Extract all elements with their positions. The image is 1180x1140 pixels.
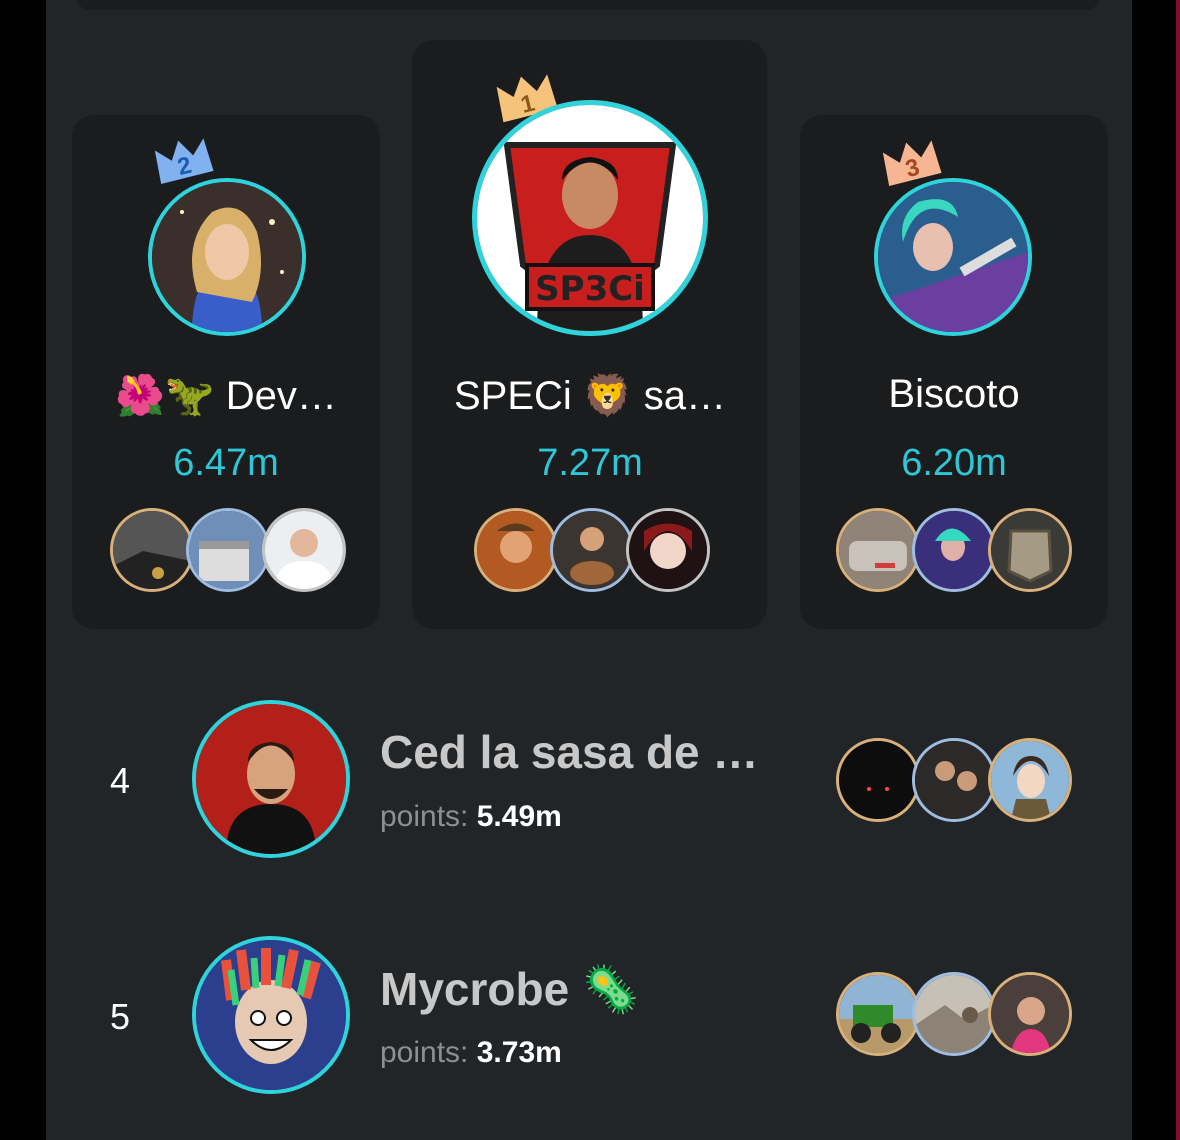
podium-name-2[interactable]: 🌺🦖 Dev… <box>82 372 370 419</box>
supporter-avatar[interactable] <box>988 508 1072 592</box>
supporter-avatar[interactable] <box>186 508 270 592</box>
avatar-speci[interactable]: SP3Ci <box>472 100 708 336</box>
avatar-mycrobe[interactable] <box>192 936 350 1094</box>
supporter-avatar[interactable] <box>550 508 634 592</box>
rank-number: 4 <box>110 760 131 801</box>
avatar-biscoto[interactable] <box>874 178 1032 336</box>
supporter-avatar[interactable] <box>836 508 920 592</box>
supporter-avatar[interactable] <box>836 972 920 1056</box>
points-label: points: <box>380 1036 469 1069</box>
svg-text:SP3Ci: SP3Ci <box>535 269 645 309</box>
podium-points-3: 6.20m <box>901 442 1007 484</box>
top-bar <box>76 0 1100 10</box>
supporter-avatar[interactable] <box>474 508 558 592</box>
points-value: 5.49m <box>476 800 562 833</box>
supporter-avatar[interactable] <box>912 738 996 822</box>
rank-number: 5 <box>110 996 131 1037</box>
list-points: points: 5.49m <box>380 800 562 834</box>
avatar-dev[interactable] <box>148 178 306 336</box>
list-points: points: 3.73m <box>380 1036 562 1070</box>
podium-points-2: 6.47m <box>173 442 279 484</box>
podium-name-1[interactable]: SPECi 🦁 sa… <box>420 372 760 419</box>
points-value: 3.73m <box>476 1036 562 1069</box>
supporter-avatar[interactable] <box>912 972 996 1056</box>
supporter-avatar[interactable] <box>262 508 346 592</box>
podium-points-1: 7.27m <box>537 442 643 484</box>
avatar-ced[interactable] <box>192 700 350 858</box>
podium-name-3[interactable]: Biscoto <box>810 372 1098 417</box>
supporter-avatar[interactable] <box>836 738 920 822</box>
points-label: points: <box>380 800 469 833</box>
supporter-avatar[interactable] <box>626 508 710 592</box>
list-name[interactable]: Ced la sasa de … <box>380 725 758 779</box>
app-edge-strip <box>1176 0 1180 1140</box>
supporter-avatar[interactable] <box>988 738 1072 822</box>
supporter-avatar[interactable] <box>110 508 194 592</box>
list-name[interactable]: Mycrobe 🦠 <box>380 962 639 1017</box>
supporter-avatar[interactable] <box>912 508 996 592</box>
supporter-avatar[interactable] <box>988 972 1072 1056</box>
